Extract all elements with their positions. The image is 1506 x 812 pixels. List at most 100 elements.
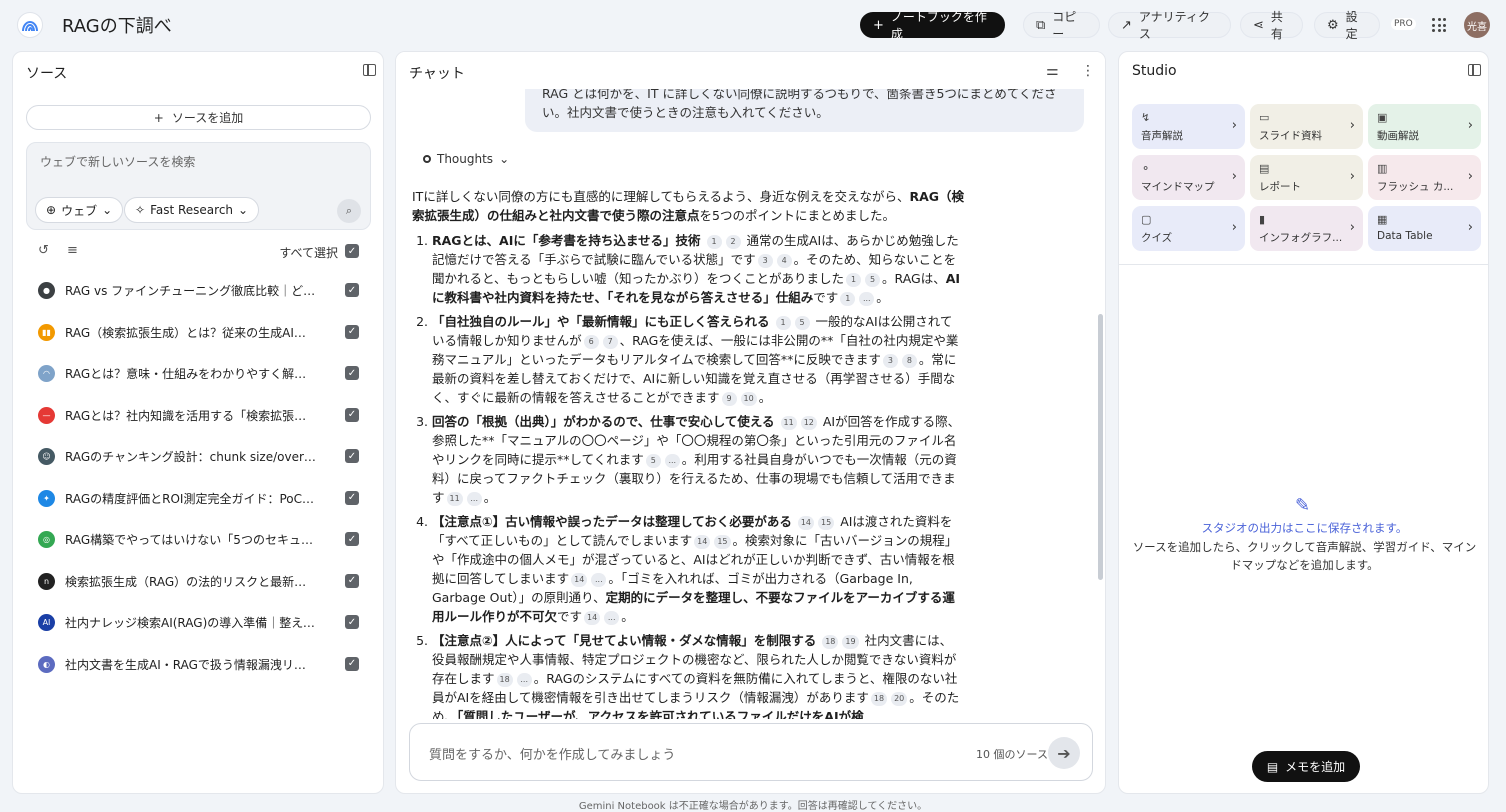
source-item[interactable]: ☺ RAGのチャンキング設計：chunk size/overlapと... ✓ (13, 436, 383, 476)
avatar[interactable]: 光喜 (1464, 12, 1490, 38)
add-note-button[interactable]: ▤ メモを追加 (1252, 751, 1360, 782)
search-submit-button[interactable]: ⌕ (337, 199, 361, 223)
citation-chip[interactable]: 18 (822, 635, 839, 649)
studio-tile-infographic[interactable]: ▮ インフォグラフ... › (1250, 206, 1363, 251)
source-checkbox[interactable]: ✓ (345, 449, 359, 463)
source-item[interactable]: ◐ 社内文書を生成AI・RAGで扱う情報漏洩リスクと... ✓ (13, 644, 383, 684)
citation-chip[interactable]: 5 (794, 316, 810, 330)
refresh-icon[interactable]: ↺ (38, 243, 49, 258)
citation-chip[interactable]: 14 (797, 516, 815, 530)
copy-button[interactable]: ⧉ コピー (1023, 10, 1100, 41)
citation-chip[interactable]: ... (604, 611, 620, 625)
send-button[interactable]: ➔ (1048, 737, 1080, 769)
source-checkbox[interactable]: ✓ (345, 490, 359, 505)
citation-chip[interactable]: 5 (865, 273, 881, 287)
arrow-right-icon: ➔ (1057, 743, 1071, 763)
thoughts-toggle[interactable]: Thoughts ⌄ (423, 152, 509, 166)
source-item[interactable]: ▮▮ RAG（検索拡張生成）とは？従来の生成AIとの違... ✓ (13, 312, 383, 352)
source-search-input[interactable]: ウェブで新しいソースを検索 (40, 153, 195, 170)
more-vert-icon[interactable]: ⋮ (1081, 63, 1095, 79)
citation-chip[interactable]: 11 (446, 492, 463, 506)
citation-chip[interactable]: 4 (776, 254, 792, 268)
citation-chip[interactable]: 12 (800, 416, 817, 430)
studio-tile-audio[interactable]: ↯ 音声解説 › (1132, 104, 1245, 149)
apps-grid-icon[interactable] (1432, 18, 1446, 32)
citation-chip[interactable]: 8 (901, 354, 917, 368)
citation-chip[interactable]: 10 (740, 392, 757, 406)
sort-icon[interactable]: ≡ (67, 243, 78, 258)
citation-chip[interactable]: 1 (840, 292, 856, 306)
citation-chip[interactable]: 1 (846, 273, 862, 287)
citation-chip[interactable]: 19 (842, 635, 859, 649)
source-checkbox[interactable]: ✓ (345, 573, 359, 588)
citation-chip[interactable]: 3 (882, 354, 898, 368)
citation-chip[interactable]: 14 (571, 573, 588, 587)
create-notebook-button[interactable]: + ノートブックを作成 (860, 10, 1005, 41)
tile-label: 音声解説 (1141, 130, 1183, 142)
citation-chip[interactable]: 2 (725, 235, 741, 249)
add-source-button[interactable]: + ソースを追加 (26, 105, 371, 130)
citation-chip[interactable]: ... (591, 573, 607, 587)
studio-tile-data-table[interactable]: ▦ Data Table › (1368, 206, 1481, 251)
citation-chip[interactable]: ... (466, 492, 482, 506)
source-search-box[interactable]: ウェブで新しいソースを検索 ⊕ ウェブ ⌄ ✧ Fast Research ⌄ … (26, 142, 371, 230)
citation-chip[interactable]: 18 (870, 692, 888, 706)
source-checkbox[interactable]: ✓ (345, 532, 359, 546)
analytics-button[interactable]: ↗ アナリティクス (1108, 10, 1231, 41)
citation-chip[interactable]: 20 (891, 692, 908, 706)
select-all-checkbox[interactable]: ✓ (345, 244, 359, 258)
source-checkbox[interactable]: ✓ (345, 324, 359, 339)
citation-chip[interactable]: 3 (757, 254, 773, 268)
citation-chip[interactable]: 14 (694, 535, 711, 549)
source-checkbox[interactable]: ✓ (345, 283, 359, 297)
studio-tile-report[interactable]: ▤ レポート › (1250, 155, 1363, 200)
studio-tile-slides[interactable]: ▭ スライド資料 › (1250, 104, 1363, 149)
source-item[interactable]: — RAGとは？社内知識を活用する「検索拡張生成」... ✓ (13, 395, 383, 435)
citation-chip[interactable]: ... (516, 673, 532, 687)
tune-icon[interactable]: ⚌ (1046, 63, 1059, 79)
settings-button[interactable]: ⚙ 設定 (1314, 10, 1380, 41)
citation-chip[interactable]: 15 (714, 535, 731, 549)
share-button[interactable]: ⋖ 共有 (1240, 10, 1303, 41)
source-item[interactable]: AI 社内ナレッジ検索AI(RAG)の導入準備｜整えるべ... ✓ (13, 602, 383, 642)
source-checkbox[interactable]: ✓ (345, 407, 359, 422)
source-checkbox[interactable]: ✓ (345, 615, 359, 629)
source-title: 検索拡張生成（RAG）の法的リスクと最新動向 | ... (65, 574, 317, 589)
search-icon: ⌕ (345, 204, 353, 217)
studio-tile-flashcards[interactable]: ▥ フラッシュ カ... › (1368, 155, 1481, 200)
notebook-logo[interactable] (17, 12, 43, 38)
research-mode-dropdown[interactable]: ✧ Fast Research ⌄ (124, 197, 260, 223)
citation-chip[interactable]: 9 (721, 392, 737, 406)
citation-chip[interactable]: ... (859, 292, 875, 306)
studio-tile-quiz[interactable]: ▢ クイズ › (1132, 206, 1245, 251)
citation-chip[interactable]: 5 (645, 454, 661, 468)
source-item[interactable]: ◎ RAG構築でやってはいけない「5つのセキュリテ... ✓ (13, 519, 383, 559)
studio-tile-mindmap[interactable]: ⚬ マインドマップ › (1132, 155, 1245, 200)
collapse-panel-icon[interactable] (1468, 64, 1481, 76)
source-checkbox[interactable]: ✓ (345, 656, 359, 671)
studio-tile-video[interactable]: ▣ 動画解説 › (1368, 104, 1481, 149)
citation-chip[interactable]: 14 (584, 611, 601, 625)
citation-chip[interactable]: 7 (602, 335, 618, 349)
source-item[interactable]: n 検索拡張生成（RAG）の法的リスクと最新動向 | ... ✓ (13, 561, 383, 601)
chat-scrollbar[interactable] (1098, 314, 1103, 580)
notebook-title[interactable]: RAGの下調べ (62, 12, 172, 38)
citation-chip[interactable]: 1 (706, 235, 722, 249)
chevron-right-icon: › (1231, 220, 1237, 235)
web-source-dropdown[interactable]: ⊕ ウェブ ⌄ (35, 197, 124, 223)
citation-chip[interactable]: 15 (818, 516, 835, 530)
answer-point: 回答の「根拠（出典）」がわかるので、仕事で安心して使える 1112 AIが回答を… (432, 412, 964, 507)
source-checkbox[interactable]: ✓ (345, 366, 359, 380)
citation-chip[interactable]: ... (664, 454, 680, 468)
citation-chip[interactable]: 11 (780, 416, 797, 430)
chat-composer[interactable]: 質問をするか、何かを作成してみましょう 10 個のソース ➔ (409, 723, 1093, 781)
source-item[interactable]: ◠ RAGとは？意味・仕組みをわかりやすく解説 | ブ... ✓ (13, 353, 383, 393)
source-item[interactable]: ● RAG vs ファインチューニング徹底比較｜どちら... ✓ (13, 270, 383, 310)
citation-chip[interactable]: 6 (583, 335, 599, 349)
tile-label: クイズ (1141, 232, 1173, 244)
collapse-panel-icon[interactable] (363, 64, 376, 76)
chat-input[interactable]: 質問をするか、何かを作成してみましょう (429, 744, 675, 763)
source-item[interactable]: ✦ RAGの精度評価とROI測定完全ガイド：PoC脱却... ✓ (13, 478, 383, 518)
citation-chip[interactable]: 18 (496, 673, 513, 687)
citation-chip[interactable]: 1 (775, 316, 791, 330)
